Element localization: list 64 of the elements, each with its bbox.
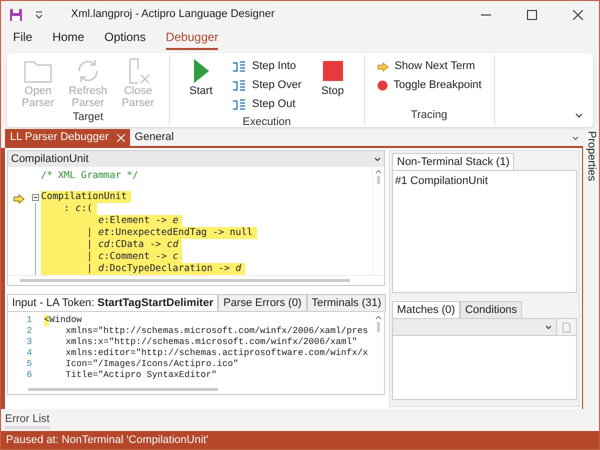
menu-tab[interactable]: File <box>13 28 32 50</box>
stop-icon <box>322 61 343 81</box>
line-number: 4 <box>26 348 32 359</box>
ribbon-button[interactable]: Stop <box>310 55 356 97</box>
line-number: 1 <box>26 315 32 326</box>
menu-tab[interactable]: Home <box>52 28 84 50</box>
save-icon[interactable] <box>9 8 23 22</box>
document-tab[interactable]: LL Parser Debugger <box>5 129 130 146</box>
ribbon-button[interactable]: Step Out <box>228 95 306 114</box>
scroll-up-icon[interactable] <box>375 169 382 174</box>
properties-tab[interactable]: Properties <box>582 131 599 182</box>
step-icon <box>232 60 246 72</box>
line-number: 3 <box>26 337 32 348</box>
scrollbar-thumb[interactable] <box>376 322 380 332</box>
chevron-icon[interactable] <box>575 113 583 119</box>
panel-tab[interactable]: Parse Errors (0) <box>218 294 307 311</box>
selector-dropdown[interactable]: CompilationUnit <box>8 151 384 167</box>
code-line: xmlns:editor="http://schemas.actiprosoftware.com/winfx/x <box>64 348 368 359</box>
document-icon <box>562 322 571 332</box>
close-icon[interactable] <box>573 10 583 20</box>
line-number: 5 <box>26 359 32 370</box>
maximize-icon[interactable] <box>527 10 537 20</box>
code-line: Icon="/Images/Icons/Actipro.ico" <box>64 359 238 370</box>
code-line: Window <box>49 315 82 326</box>
code-line: xmlns:x="http://schemas.microsoft.com/winfx/2006/xaml" <box>64 337 358 348</box>
group-label: Target <box>72 110 104 125</box>
line-number: 2 <box>26 326 32 337</box>
breakpoint-icon <box>376 80 388 91</box>
ribbon-button[interactable]: Toggle Breakpoint <box>372 76 486 95</box>
panel-tab[interactable]: Non-Terminal Stack (1) <box>392 153 514 170</box>
stack-item[interactable]: #1 CompilationUnit <box>395 173 574 190</box>
panel-tab[interactable]: Matches (0) <box>392 301 460 318</box>
caret-icon <box>545 324 552 330</box>
step-icon <box>232 80 246 92</box>
document-tab[interactable]: General <box>130 129 179 146</box>
horizontal-scrollbar-thumb[interactable] <box>28 388 218 390</box>
panel-tab[interactable]: Conditions <box>460 301 522 318</box>
window-title: Xml.langproj - Actipro Language Designer <box>71 7 275 22</box>
status-text: Paused at: NonTerminal 'CompilationUnit' <box>6 432 208 448</box>
scrollbar-thumb[interactable] <box>377 176 380 184</box>
ribbon-button[interactable]: Step Over <box>228 76 306 95</box>
dropdown-icon[interactable] <box>35 10 43 18</box>
horizontal-scrollbar-thumb[interactable] <box>20 279 350 282</box>
caret-icon <box>374 156 381 162</box>
selector-value: CompilationUnit <box>11 152 89 167</box>
current-token: < <box>44 315 50 326</box>
panel-tab[interactable]: Terminals (31) <box>306 294 386 311</box>
ribbon-button[interactable]: Step Into <box>228 57 306 76</box>
code-line: Title="Actipro SyntaxEditor" <box>64 370 217 381</box>
collapse-icon[interactable] <box>32 194 39 200</box>
play-icon <box>192 58 210 84</box>
line-number: 6 <box>26 370 32 381</box>
group-label: Tracing <box>410 108 448 122</box>
code-comment: /* XML Grammar */ <box>41 170 138 181</box>
code-line: xmlns="http://schemas.microsoft.com/winfx/2006/xaml/pres <box>64 326 368 337</box>
ribbon-button[interactable]: Start <box>178 55 224 97</box>
menu-tab[interactable]: Options <box>104 28 146 50</box>
step-icon <box>232 98 246 110</box>
ribbon-button[interactable]: Show Next Term <box>372 57 486 76</box>
panel-tab[interactable]: Input - LA Token: StartTagStartDelimiter <box>7 294 218 311</box>
arrow-icon <box>376 62 389 72</box>
menu-tab[interactable]: Debugger <box>166 28 218 50</box>
scroll-up-icon[interactable] <box>374 315 382 320</box>
group-label: Execution <box>242 115 292 130</box>
